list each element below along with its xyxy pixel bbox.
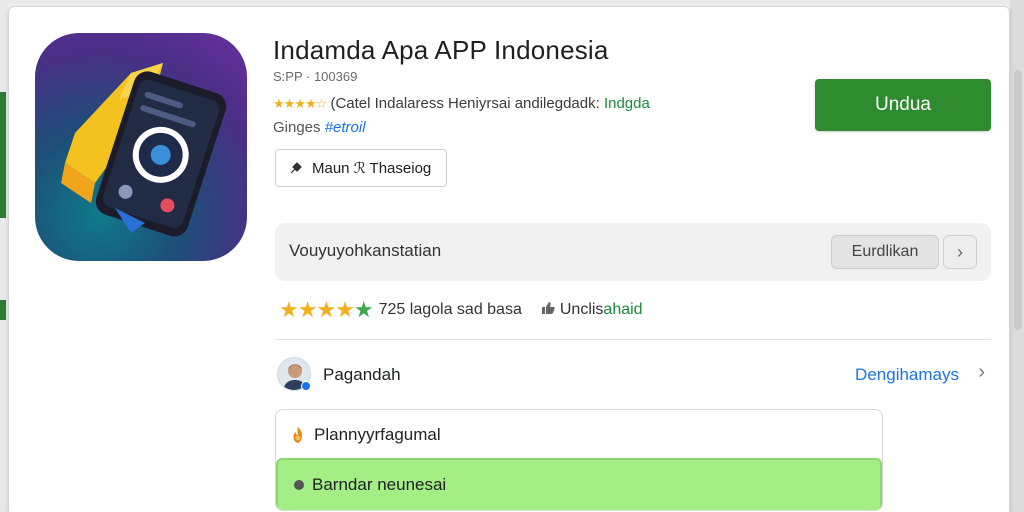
chevron-right-icon[interactable]: › <box>943 235 977 269</box>
verified-badge-icon <box>301 381 311 391</box>
rating-text: (Catel Indalaress Heniyrsai andilegdadk: <box>330 95 600 112</box>
verified-prefix: Unclis <box>559 301 604 318</box>
category-line: Ginges #etroil <box>273 119 366 136</box>
divider <box>275 339 991 340</box>
wishlist-label: Maun ℛ Thaseiog <box>312 160 432 177</box>
rating-stars-large: ★★★★★ <box>279 297 374 323</box>
verified-label: Unclisahaid <box>560 301 643 319</box>
left-edge <box>0 0 8 512</box>
full-stars: ★★★★ <box>279 297 355 322</box>
category-link[interactable]: #etroil <box>325 119 366 136</box>
pin-icon <box>290 162 302 174</box>
developer-link[interactable]: Dengihamays <box>855 365 959 385</box>
verified-highlight: ahaid <box>603 301 643 318</box>
app-subtitle: S:PP · 100369 <box>273 69 358 84</box>
rating-tag[interactable]: Indgda <box>604 95 650 112</box>
review-count[interactable]: 725 lagola sad basa <box>379 301 522 319</box>
option-label: Barndar neunesai <box>312 475 447 494</box>
developer-row[interactable]: Pagandah Dengihamays › <box>275 357 991 393</box>
left-accent-small <box>0 300 6 320</box>
scrollbar-track[interactable] <box>1010 0 1024 512</box>
thumb-icon <box>540 300 556 321</box>
option-label: Plannyyrfagumal <box>314 425 441 444</box>
category-prefix: Ginges <box>273 119 321 136</box>
list-item[interactable]: Plannyyrfagumal <box>276 410 882 460</box>
half-star-icon: ★ <box>353 297 374 322</box>
flame-icon <box>293 427 303 443</box>
rating-stars: ★★★★☆ <box>273 96 327 111</box>
app-detail-card: Indamda Apa APP Indonesia S:PP · 100369 … <box>8 6 1010 512</box>
rating-summary: ★★★★☆ (Catel Indalaress Heniyrsai andile… <box>273 95 650 112</box>
stats-row: ★★★★★ 725 lagola sad basa Unclisahaid <box>279 295 643 325</box>
info-action-button[interactable]: Eurdlikan <box>831 235 939 269</box>
dot-icon <box>294 480 304 490</box>
info-bar: Vouyuyohkanstatian Eurdlikan › <box>275 223 991 281</box>
developer-name[interactable]: Pagandah <box>323 365 401 385</box>
option-list: Plannyyrfagumal Barndar neunesai <box>275 409 883 511</box>
phone-app-icon[interactable] <box>35 33 247 261</box>
install-button[interactable]: Undua <box>815 79 991 131</box>
top-border <box>0 0 1024 4</box>
scrollbar-thumb[interactable] <box>1014 70 1022 330</box>
wishlist-button[interactable]: Maun ℛ Thaseiog <box>275 149 447 187</box>
app-title: Indamda Apa APP Indonesia <box>273 35 609 65</box>
left-accent <box>0 92 6 218</box>
info-text: Vouyuyohkanstatian <box>289 241 442 260</box>
list-item-selected[interactable]: Barndar neunesai <box>276 458 882 510</box>
chevron-right-icon[interactable]: › <box>978 361 985 384</box>
